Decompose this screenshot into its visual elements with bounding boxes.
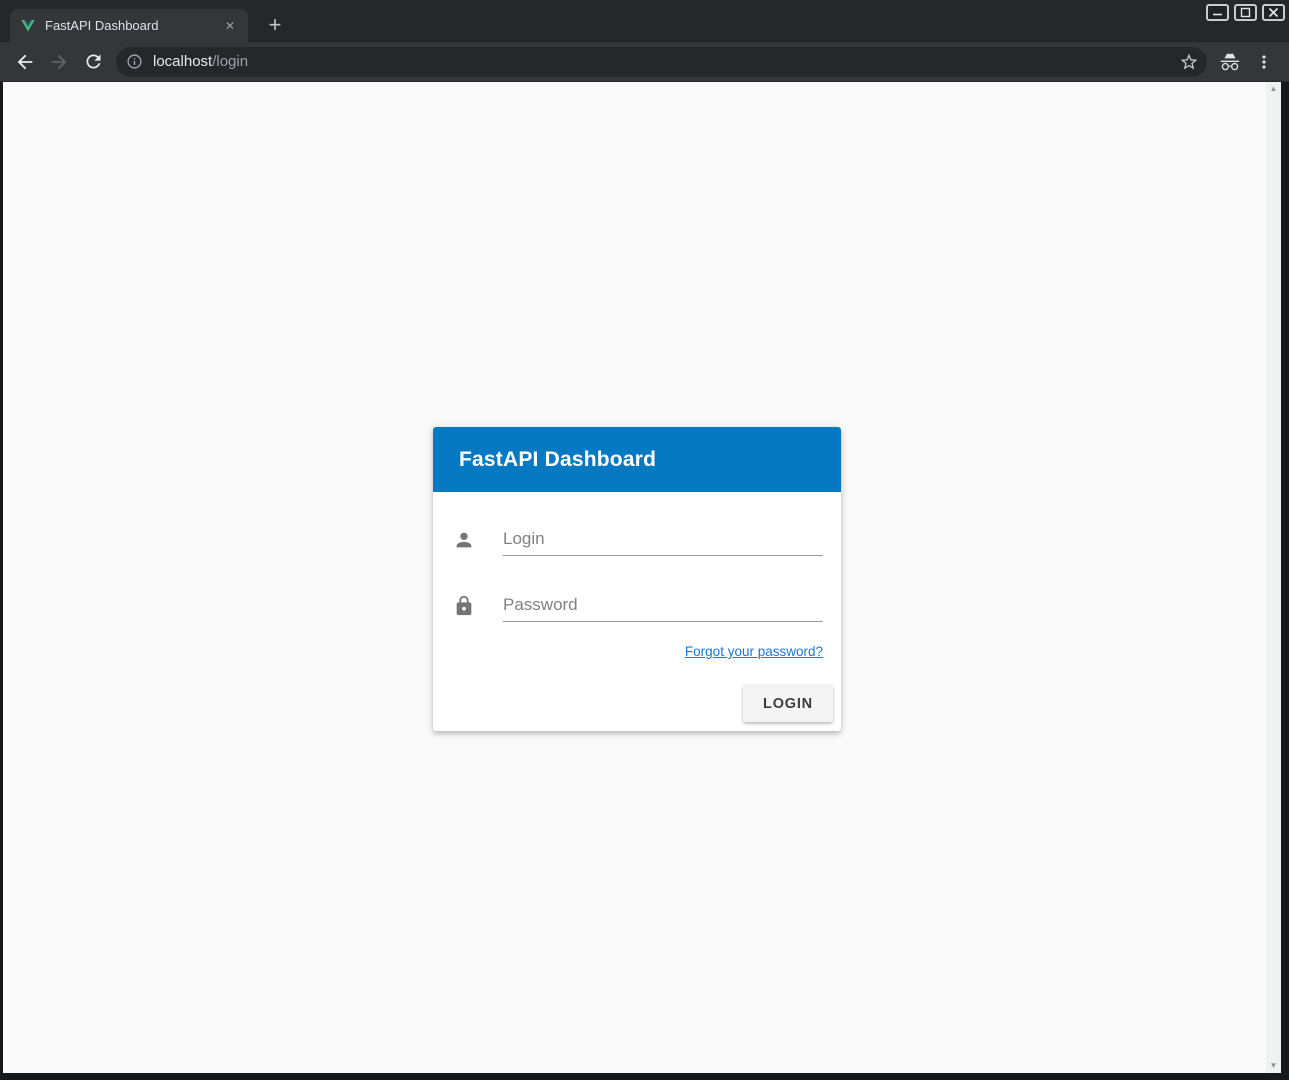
maximize-button[interactable] [1234,4,1257,21]
forgot-password-link[interactable]: Forgot your password? [685,644,823,659]
forward-arrow-icon [48,51,70,73]
forward-button[interactable] [42,45,76,79]
back-arrow-icon [14,51,36,73]
kebab-menu-icon [1254,52,1274,72]
bookmark-star-icon[interactable] [1179,52,1199,72]
site-info-icon[interactable] [126,53,143,70]
close-icon [1267,6,1280,19]
tab-title: FastAPI Dashboard [45,18,220,33]
password-field [503,589,823,622]
reload-icon [83,51,104,72]
login-card-title: FastAPI Dashboard [459,448,656,472]
tab-close-icon[interactable]: ✕ [220,17,240,35]
menu-button[interactable] [1247,45,1281,79]
password-field-row [453,589,823,622]
browser-window: FastAPI Dashboard ✕ + [0,0,1289,1080]
login-card-header: FastAPI Dashboard [433,427,841,492]
login-field [503,523,823,556]
password-input[interactable] [503,595,823,621]
incognito-indicator [1213,45,1247,79]
reload-button[interactable] [76,45,110,79]
vertical-scrollbar[interactable]: ▲ ▼ [1266,82,1281,1073]
scroll-up-icon[interactable]: ▲ [1270,85,1278,93]
login-field-row [453,523,823,556]
title-bar: FastAPI Dashboard ✕ + [0,0,1289,42]
url-host: localhost [153,53,212,70]
person-icon [453,529,475,551]
browser-tab[interactable]: FastAPI Dashboard ✕ [10,9,248,42]
new-tab-button[interactable]: + [260,11,290,41]
login-input[interactable] [503,529,823,555]
minimize-button[interactable] [1206,4,1229,21]
login-button[interactable]: LOGIN [743,685,833,722]
incognito-icon [1219,51,1241,73]
login-card: FastAPI Dashboard [433,427,841,731]
close-button[interactable] [1262,4,1285,21]
back-button[interactable] [8,45,42,79]
lock-icon [453,595,475,617]
vue-favicon-icon [20,18,36,34]
address-bar[interactable]: localhost/login [116,47,1207,77]
window-controls [1206,4,1285,21]
url-text[interactable]: localhost/login [153,53,1179,70]
page-content: FastAPI Dashboard [3,82,1281,1073]
login-card-body: Forgot your password? LOGIN [433,492,841,731]
browser-toolbar: localhost/login [0,42,1289,82]
url-path: /login [212,53,248,70]
minimize-icon [1211,6,1224,19]
maximize-icon [1239,6,1252,19]
scroll-down-icon[interactable]: ▼ [1270,1062,1278,1070]
